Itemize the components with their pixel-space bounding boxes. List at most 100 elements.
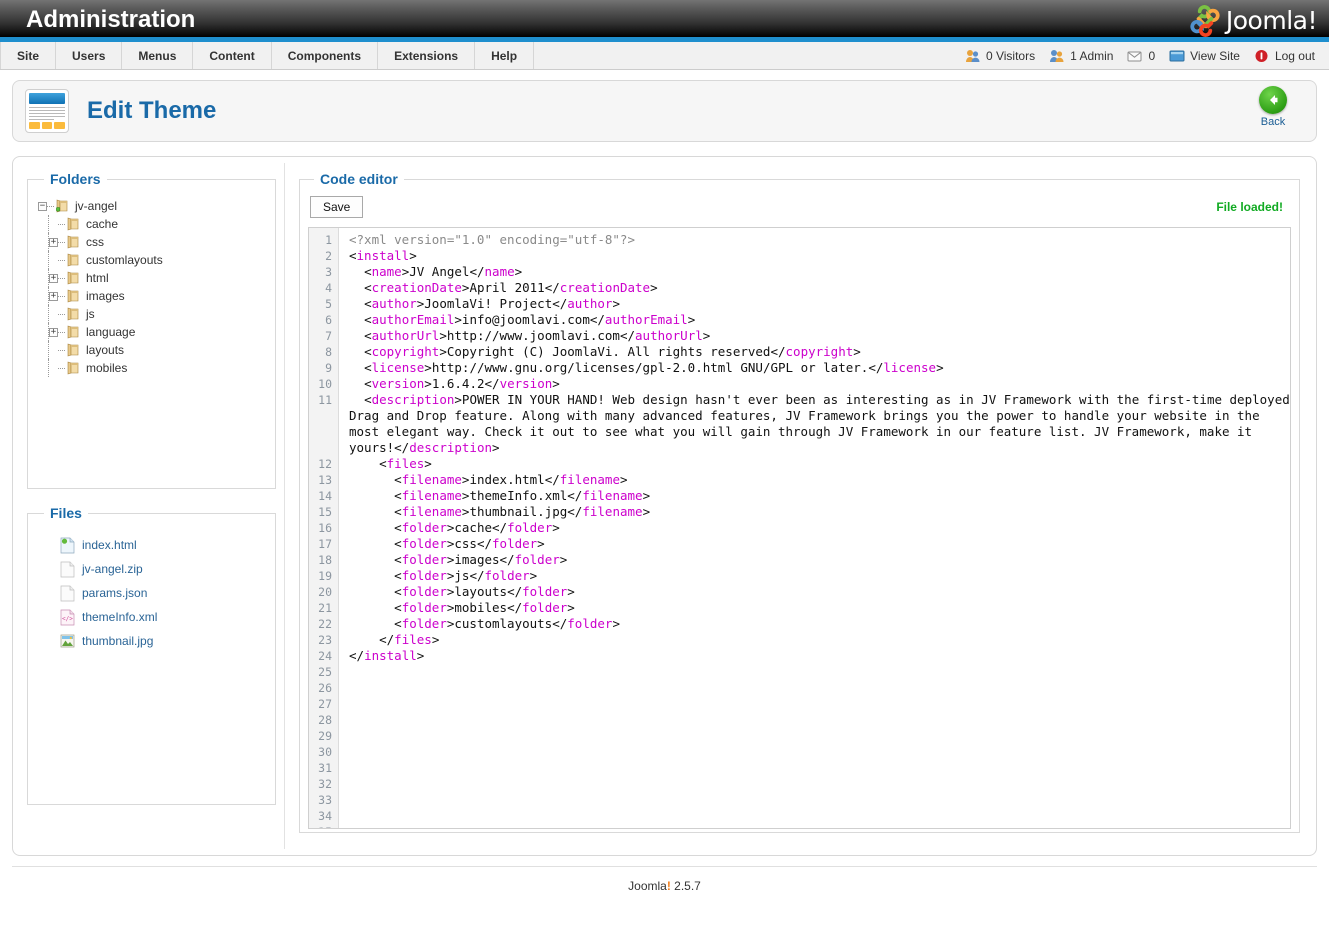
line-number-13: 13 bbox=[318, 473, 332, 487]
file-item-label[interactable]: params.json bbox=[82, 586, 147, 600]
logout-button[interactable]: Log out bbox=[1254, 49, 1315, 63]
code-line-19: <folder>js</folder> bbox=[394, 568, 538, 583]
visitors-status[interactable]: 0 Visitors bbox=[965, 49, 1035, 63]
tree-item-images[interactable]: + images bbox=[38, 287, 265, 305]
tree-item-html[interactable]: + html bbox=[38, 269, 265, 287]
tree-line bbox=[48, 341, 49, 359]
save-button[interactable]: Save bbox=[310, 196, 364, 218]
line-number-28: 28 bbox=[318, 713, 332, 727]
code-line-11: <description>POWER IN YOUR HAND! Web des… bbox=[349, 392, 1290, 455]
messages-icon bbox=[1127, 51, 1142, 61]
admin-label: 1 Admin bbox=[1070, 48, 1114, 63]
line-number-33: 33 bbox=[318, 793, 332, 807]
tree-collapse-toggle[interactable]: − bbox=[38, 201, 47, 211]
menu-extensions[interactable]: Extensions bbox=[378, 42, 476, 69]
tree-connector bbox=[58, 223, 65, 225]
back-button[interactable]: Back bbox=[1246, 86, 1300, 128]
line-number-21: 21 bbox=[318, 601, 332, 615]
page-footer: Joomla! 2.5.7 bbox=[0, 879, 1329, 893]
code-text-area[interactable]: <?xml version="1.0" encoding="utf-8"?> <i… bbox=[339, 228, 1290, 828]
menu-content[interactable]: Content bbox=[193, 42, 272, 69]
menu-site[interactable]: Site bbox=[0, 42, 57, 69]
tree-connector bbox=[58, 331, 65, 333]
code-line-20: <folder>layouts</folder> bbox=[394, 584, 575, 599]
page-title: Edit Theme bbox=[87, 97, 217, 124]
admin-header-title: Administration bbox=[26, 6, 196, 33]
tree-item-label: images bbox=[86, 289, 125, 303]
admin-status[interactable]: 1 Admin bbox=[1049, 49, 1113, 63]
file-item-label[interactable]: jv-angel.zip bbox=[82, 562, 143, 576]
file-item-label[interactable]: thumbnail.jpg bbox=[82, 634, 153, 648]
editor-toolbar: Save File loaded! bbox=[308, 193, 1291, 221]
code-line-18: <folder>images</folder> bbox=[394, 552, 568, 567]
line-number-gutter: 1 2 3 4 5 6 7 8 9 10 11 12 13 14 15 16 17 18 19 20 21 22 23 24 2… bbox=[309, 228, 339, 828]
file-item-label[interactable]: index.html bbox=[82, 538, 137, 552]
visitors-label: 0 Visitors bbox=[985, 48, 1036, 63]
tree-expand-toggle[interactable]: + bbox=[49, 237, 58, 247]
messages-status[interactable]: 0 bbox=[1127, 49, 1155, 63]
line-number-10: 10 bbox=[318, 377, 332, 391]
tree-expand-toggle[interactable]: + bbox=[49, 327, 58, 337]
line-number-20: 20 bbox=[318, 585, 332, 599]
code-line-9: <license>http://www.gnu.org/licenses/gpl… bbox=[364, 360, 944, 375]
code-line-21: <folder>mobiles</folder> bbox=[394, 600, 575, 615]
menu-help[interactable]: Help bbox=[475, 42, 535, 69]
editor-column: Code editor Save File loaded! 1234567891… bbox=[285, 163, 1310, 849]
line-number-3: 3 bbox=[325, 265, 332, 279]
page-titlebar: Edit Theme Back bbox=[12, 80, 1317, 142]
menu-users[interactable]: Users bbox=[56, 42, 123, 69]
tree-item-jv-angel[interactable]: − jv-angel bbox=[38, 197, 265, 215]
footer-divider bbox=[12, 866, 1317, 867]
footer-version: 2.5.7 bbox=[670, 879, 701, 893]
tree-item-customlayouts[interactable]: customlayouts bbox=[38, 251, 265, 269]
code-line-14: <filename>themeInfo.xml</filename> bbox=[394, 488, 651, 503]
code-line-17: <folder>css</folder> bbox=[394, 536, 545, 551]
joomla-logo: Joomla! bbox=[1188, 3, 1318, 39]
view-site-link[interactable]: View Site bbox=[1169, 49, 1240, 63]
code-editor-box[interactable]: 1 2 3 4 5 6 7 8 9 10 11 12 13 14 15 16 17 18 19 20 21 22 23 24 2… bbox=[308, 227, 1291, 829]
tree-item-layouts[interactable]: layouts bbox=[38, 341, 265, 359]
menu-components[interactable]: Components bbox=[272, 42, 379, 69]
code-line-15: <filename>thumbnail.jpg</filename> bbox=[394, 504, 651, 519]
code-line-4: <creationDate>April 2011</creationDate> bbox=[364, 280, 658, 295]
file-item-params.json[interactable]: params.json bbox=[60, 581, 265, 605]
tree-connector bbox=[58, 277, 65, 279]
folder-icon bbox=[67, 307, 79, 321]
line-number-34: 34 bbox=[318, 809, 332, 823]
file-item-label[interactable]: themeInfo.xml bbox=[82, 610, 157, 624]
code-editor-legend: Code editor bbox=[320, 171, 398, 187]
line-number-1: 1 bbox=[325, 233, 332, 247]
file-status-message: File loaded! bbox=[1216, 200, 1283, 214]
main-content-panel: Folders − jv-angel cache + css customlayouts +… bbox=[12, 156, 1317, 856]
visitors-icon bbox=[965, 49, 980, 62]
tree-item-cache[interactable]: cache bbox=[38, 215, 265, 233]
menu-menus[interactable]: Menus bbox=[122, 42, 194, 69]
line-number-35: 35 bbox=[309, 824, 338, 828]
tree-connector bbox=[58, 367, 65, 369]
joomla-logo-text: Joomla! bbox=[1225, 5, 1318, 35]
tree-item-label: customlayouts bbox=[86, 253, 163, 267]
code-line-7: <authorUrl>http://www.joomlavi.com</auth… bbox=[364, 328, 711, 343]
tree-connector bbox=[47, 205, 54, 207]
tree-item-mobiles[interactable]: mobiles bbox=[38, 359, 265, 377]
file-item-thumbnail.jpg[interactable]: thumbnail.jpg bbox=[60, 629, 265, 653]
tree-item-language[interactable]: + language bbox=[38, 323, 265, 341]
files-panel: Files index.html jv-angel.zip params.json <… bbox=[27, 505, 276, 805]
tree-item-css[interactable]: + css bbox=[38, 233, 265, 251]
arrow-left-icon bbox=[1259, 86, 1287, 114]
admin-menubar: Site Users Menus Content Components Exte… bbox=[0, 42, 1329, 70]
tree-line bbox=[48, 215, 49, 233]
line-number-25: 25 bbox=[318, 665, 332, 679]
left-sidebar: Folders − jv-angel cache + css customlayouts +… bbox=[19, 163, 285, 849]
code-line-1: <?xml version="1.0" encoding="utf-8"?> bbox=[349, 232, 635, 247]
file-item-themeInfo.xml[interactable]: </> themeInfo.xml bbox=[60, 605, 265, 629]
line-number-17: 17 bbox=[318, 537, 332, 551]
tree-item-js[interactable]: js bbox=[38, 305, 265, 323]
file-item-index.html[interactable]: index.html bbox=[60, 533, 265, 557]
file-item-jv-angel.zip[interactable]: jv-angel.zip bbox=[60, 557, 265, 581]
tree-expand-toggle[interactable]: + bbox=[49, 291, 58, 301]
tree-item-label: mobiles bbox=[86, 361, 128, 375]
svg-text:</>: </> bbox=[62, 615, 73, 622]
blank-file-icon bbox=[60, 585, 75, 601]
tree-expand-toggle[interactable]: + bbox=[49, 273, 58, 283]
